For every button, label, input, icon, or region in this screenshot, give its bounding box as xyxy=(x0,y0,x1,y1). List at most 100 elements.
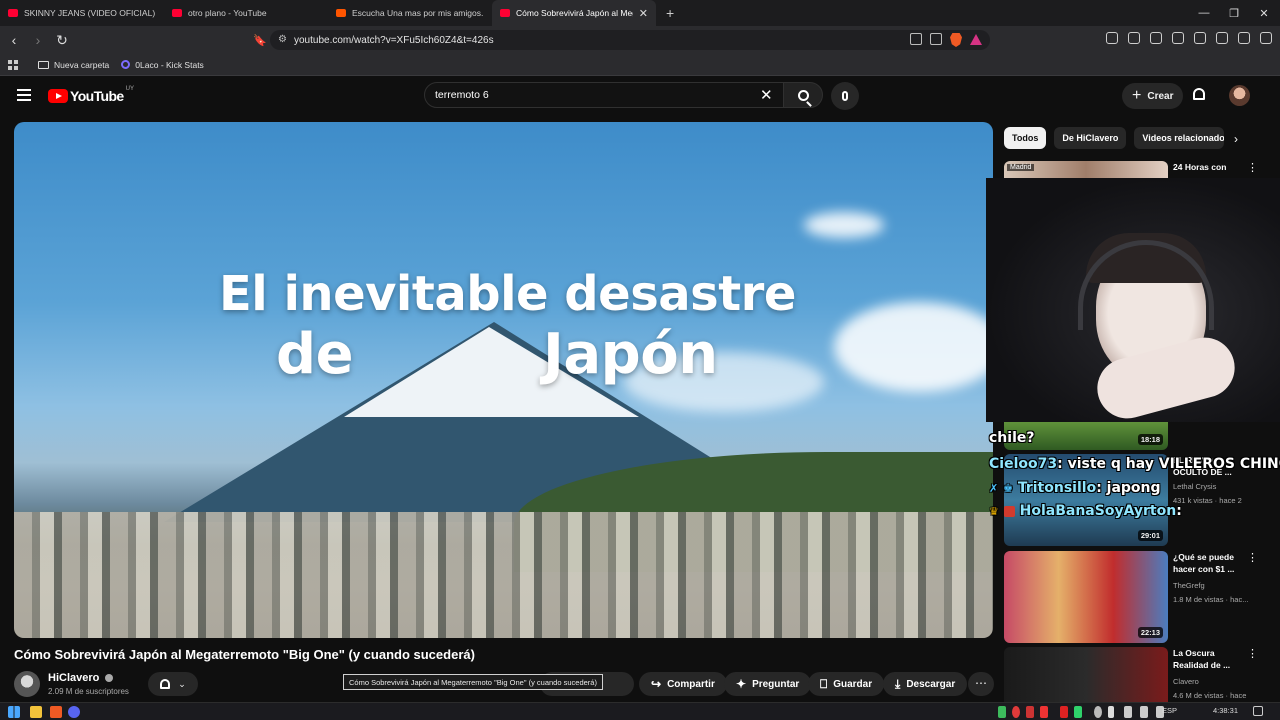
clock[interactable]: 4:38:31 xyxy=(1213,706,1238,715)
share-label: Compartir xyxy=(667,678,715,690)
language-indicator[interactable]: ESP xyxy=(1162,706,1177,715)
wifi-icon[interactable] xyxy=(1140,706,1148,718)
download-icon: ⤓ xyxy=(895,676,901,691)
menu-icon[interactable] xyxy=(1260,32,1272,44)
account-avatar[interactable] xyxy=(1229,85,1250,106)
sparkle-icon: ✦ xyxy=(736,677,747,691)
chip-all[interactable]: Todos xyxy=(1004,127,1047,149)
cast-icon[interactable] xyxy=(910,33,922,45)
tab-title: Escucha Una mas por mis amigos. Pr xyxy=(352,8,484,18)
tray-app-icon[interactable] xyxy=(1124,706,1132,718)
save-button[interactable]: ⎕ Guardar xyxy=(808,672,885,696)
more-actions-icon[interactable]: ⋯ xyxy=(968,672,994,696)
location-tag: Madrid xyxy=(1007,164,1035,171)
sword-badge-icon: ✗ xyxy=(989,482,999,495)
youtube-wordmark: YouTube xyxy=(70,88,124,104)
tray-app-icon[interactable] xyxy=(1094,706,1102,718)
chip-related[interactable]: Videos relacionados xyxy=(1134,127,1225,149)
address-bar[interactable]: ⚙ youtube.com/watch?v=XFu5Ich60Z4&t=426s xyxy=(270,30,990,50)
search-input[interactable]: terremoto 6 xyxy=(424,82,784,108)
ask-button[interactable]: ✦ Preguntar xyxy=(724,672,812,696)
bookmark-folder[interactable]: Nueva carpeta xyxy=(38,60,109,70)
more-options-icon[interactable]: ⋮ xyxy=(1247,551,1258,564)
brave-rewards-icon[interactable] xyxy=(970,34,982,45)
related-video-title[interactable]: ¿Qué se puede hacer con $1 ... xyxy=(1173,551,1241,575)
bookmark-link[interactable]: 0Laco - Kick Stats xyxy=(121,60,204,70)
search-button[interactable] xyxy=(783,82,823,108)
discord-icon[interactable] xyxy=(68,706,80,718)
close-tab-icon[interactable]: ✕ xyxy=(633,7,648,20)
reload-icon[interactable]: ↻ xyxy=(52,30,72,50)
sidebar-icon[interactable] xyxy=(1172,32,1184,44)
clear-search-icon[interactable]: ✕ xyxy=(760,86,773,104)
chat-username: Tritonsillo xyxy=(1017,480,1097,496)
tray-app-icon[interactable] xyxy=(1074,706,1082,718)
youtube-play-logo-icon xyxy=(48,89,68,103)
city-skyline xyxy=(14,512,993,638)
restore-icon[interactable]: ❐ xyxy=(1218,0,1250,26)
chat-message: chile? xyxy=(989,430,1035,446)
media-icon[interactable] xyxy=(1150,32,1162,44)
create-button[interactable]: + Crear xyxy=(1122,83,1184,109)
screenshot-icon[interactable] xyxy=(1128,32,1140,44)
brave-browser-icon[interactable] xyxy=(50,706,62,718)
apps-grid-icon[interactable] xyxy=(8,59,18,70)
create-label: Crear xyxy=(1147,90,1174,102)
browser-tab-active[interactable]: Cómo Sobrevivirá Japón al Meg ✕ xyxy=(492,0,656,26)
browser-tab-bar: SKINNY JEANS (VIDEO OFICIAL) - Yo otro p… xyxy=(0,0,1280,26)
chevron-right-icon[interactable]: › xyxy=(1234,132,1238,146)
related-video[interactable]: 22:13 ¿Qué se puede hacer con $1 ... The… xyxy=(1004,551,1266,643)
browser-tab[interactable]: Escucha Una mas por mis amigos. Pr xyxy=(328,0,492,26)
leo-ai-icon[interactable] xyxy=(1216,32,1228,44)
chip-from-channel[interactable]: De HiClavero xyxy=(1054,127,1127,149)
browser-tab[interactable]: otro plano - YouTube xyxy=(164,0,328,26)
tray-app-icon[interactable] xyxy=(998,706,1006,718)
forward-icon[interactable]: › xyxy=(28,30,48,50)
windows-start-icon[interactable] xyxy=(8,706,20,718)
minimize-icon[interactable]: — xyxy=(1188,0,1220,26)
microphone-tray-icon[interactable] xyxy=(1108,706,1114,718)
related-video[interactable]: La Oscura Realidad de ... Clavero 4.6 M … xyxy=(1004,647,1266,703)
related-video-title[interactable]: 24 Horas con xyxy=(1173,161,1241,173)
voice-search-button[interactable] xyxy=(831,82,859,110)
related-video-channel[interactable]: Clavero xyxy=(1173,677,1199,686)
browser-tab[interactable]: SKINNY JEANS (VIDEO OFICIAL) - Yo xyxy=(0,0,164,26)
channel-name[interactable]: HiClavero xyxy=(48,672,114,684)
download-button[interactable]: ⤓ Descargar xyxy=(883,672,968,696)
related-video-title[interactable]: La Oscura Realidad de ... xyxy=(1173,647,1241,671)
brave-shields-icon[interactable] xyxy=(950,33,962,47)
notifications-icon[interactable] xyxy=(1253,706,1263,716)
site-settings-icon[interactable]: ⚙ xyxy=(278,34,287,45)
chat-message: ♛ HolaBanaSoyAyrton: xyxy=(989,503,1182,519)
new-tab-icon[interactable]: + xyxy=(656,5,684,21)
video-thumbnail[interactable] xyxy=(1004,647,1168,703)
more-options-icon[interactable]: ⋮ xyxy=(1247,647,1258,660)
file-explorer-icon[interactable] xyxy=(30,706,42,718)
share-icon[interactable] xyxy=(930,33,942,45)
channel-avatar[interactable] xyxy=(14,671,40,697)
tray-app-icon[interactable] xyxy=(1026,706,1034,718)
close-window-icon[interactable]: ✕ xyxy=(1248,0,1280,26)
youtube-logo[interactable]: YouTube UY xyxy=(48,86,134,104)
notifications-bell-icon[interactable] xyxy=(1193,88,1205,100)
vpn-icon[interactable] xyxy=(1238,32,1250,44)
related-video-channel[interactable]: Lethal Crysis xyxy=(1173,482,1216,491)
tray-app-icon[interactable] xyxy=(1012,706,1020,718)
chat-message: ✗ ♚ Tritonsillo: japong xyxy=(989,480,1161,496)
bookmark-icon[interactable]: 🔖 xyxy=(250,30,270,50)
kick-stats-icon xyxy=(121,60,131,69)
back-icon[interactable]: ‹ xyxy=(4,30,24,50)
hamburger-menu-icon[interactable] xyxy=(17,89,31,101)
tray-app-icon[interactable] xyxy=(1060,706,1068,718)
tray-app-icon[interactable] xyxy=(1040,706,1048,718)
bookmark-icon: ⎕ xyxy=(820,676,828,691)
video-thumbnail[interactable]: 22:13 xyxy=(1004,551,1168,643)
video-player[interactable]: El inevitable desastre de Japón xyxy=(14,122,993,638)
wallet-icon[interactable] xyxy=(1194,32,1206,44)
browser-toolbar: ‹ › ↻ 🔖 ⚙ youtube.com/watch?v=XFu5Ich60Z… xyxy=(0,26,1280,54)
subscription-bell-button[interactable]: ⌄ xyxy=(148,672,198,696)
share-button[interactable]: ↪ Compartir xyxy=(639,672,727,696)
related-video-channel[interactable]: TheGrefg xyxy=(1173,581,1205,590)
extensions-icon[interactable] xyxy=(1106,32,1118,44)
more-options-icon[interactable]: ⋮ xyxy=(1247,161,1258,174)
